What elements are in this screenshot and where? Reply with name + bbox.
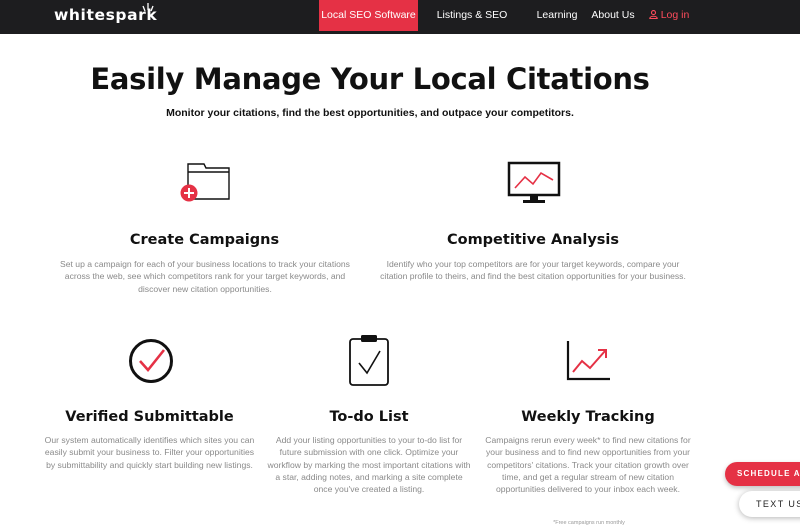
nav-local-seo-software[interactable]: Local SEO Software	[319, 0, 418, 31]
clipboard-check-icon	[349, 335, 389, 386]
folder-add-icon	[180, 163, 230, 202]
top-navigation: whitespark Local SEO Software Listings &…	[0, 0, 800, 52]
page-subtitle: Monitor your citations, find the best op…	[166, 107, 574, 119]
page-title: Easily Manage Your Local Citations	[90, 62, 650, 96]
check-circle-icon	[129, 339, 173, 383]
text-us-button[interactable]: TEXT US	[739, 491, 800, 517]
feature-title-weekly-tracking: Weekly Tracking	[521, 409, 655, 425]
login-link[interactable]: Log in	[646, 0, 692, 31]
schedule-call-button[interactable]: SCHEDULE A C	[725, 462, 800, 486]
spark-icon	[142, 3, 154, 12]
nav-learning[interactable]: Learning	[534, 0, 580, 31]
feature-desc-verified-submittable: Our system automatically identifies whic…	[44, 435, 255, 470]
feature-desc-weekly-tracking: Campaigns rerun every week* to find new …	[485, 435, 691, 495]
nav-about-us[interactable]: About Us	[589, 0, 637, 31]
feature-title-create-campaigns: Create Campaigns	[129, 232, 280, 248]
login-label: Log in	[660, 9, 690, 21]
feature-title-todo-list: To-do List	[329, 409, 409, 425]
footnote: *Free campaigns run monthly	[553, 520, 625, 526]
trend-chart-icon	[566, 341, 610, 381]
nav-listings-seo-services[interactable]: Listings & SEO Services	[421, 0, 523, 52]
user-icon	[648, 10, 658, 20]
feature-title-verified-submittable: Verified Submittable	[65, 409, 234, 425]
feature-desc-todo-list: Add your listing opportunities to your t…	[267, 435, 471, 495]
feature-title-competitive-analysis: Competitive Analysis	[446, 232, 620, 248]
feature-desc-competitive-analysis: Identify who your top competitors are fo…	[380, 259, 686, 282]
monitor-chart-icon	[507, 161, 561, 203]
feature-desc-create-campaigns: Set up a campaign for each of your busin…	[60, 259, 350, 294]
